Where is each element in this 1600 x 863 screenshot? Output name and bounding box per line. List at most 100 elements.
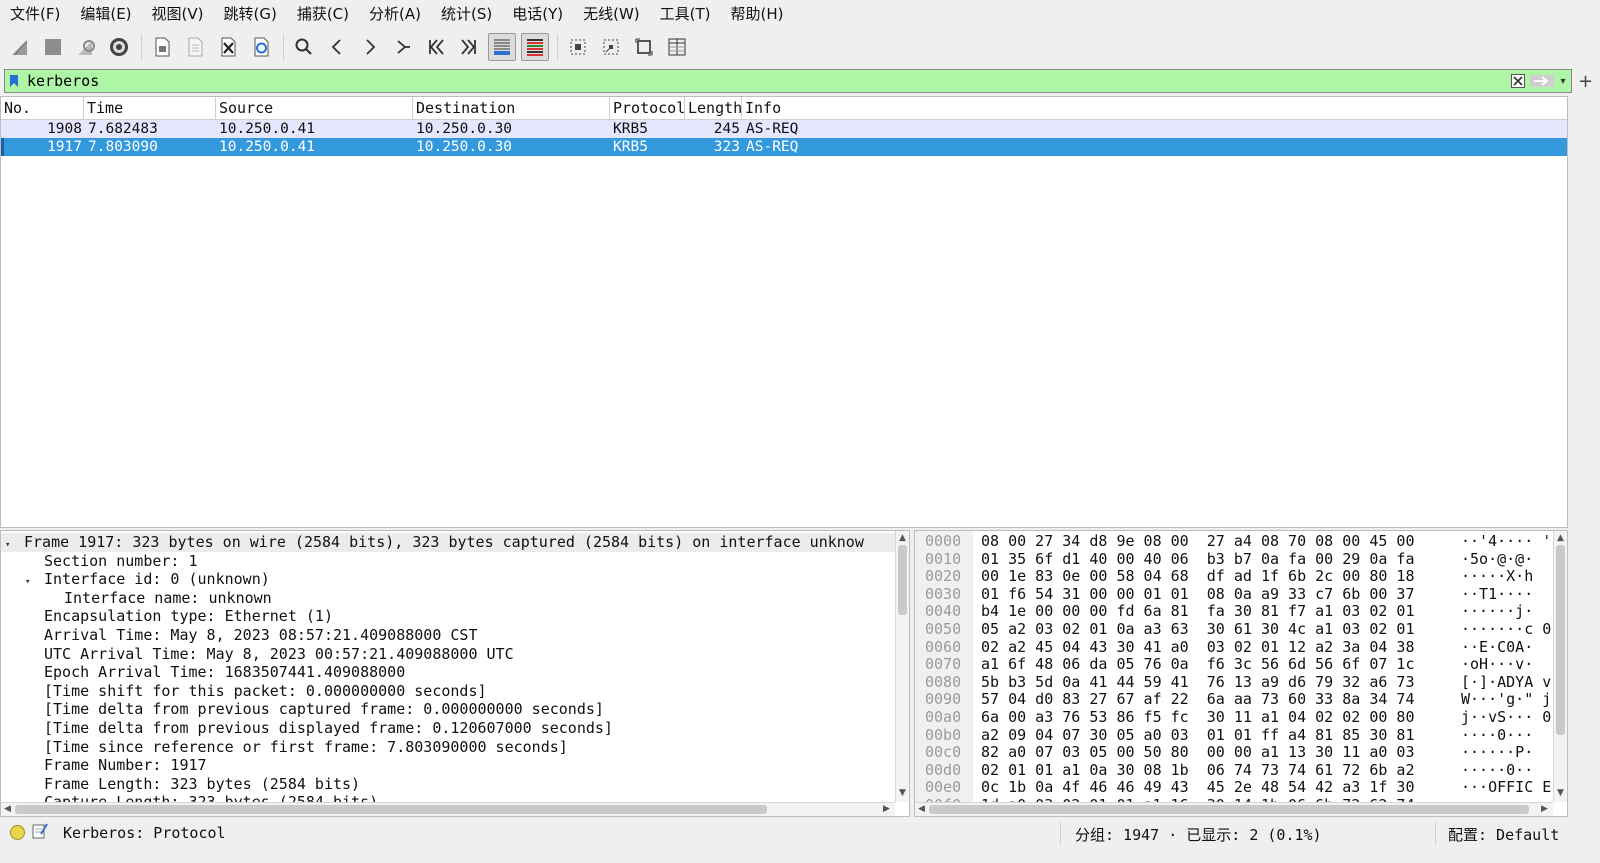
detail-text: Interface name: unknown (64, 588, 272, 607)
menu-item-8[interactable]: 无线(W) (573, 3, 650, 24)
menu-item-9[interactable]: 工具(T) (650, 3, 721, 24)
hex-row[interactable]: 0060 02 a2 45 04 43 30 41 a0 03 02 01 12 … (915, 637, 1551, 657)
colorize-icon[interactable] (521, 33, 549, 61)
hex-ascii: ··E·C0A· (1461, 637, 1534, 656)
detail-tree-item[interactable]: Frame Number: 1917 (1, 756, 207, 775)
hex-row[interactable]: 0020 00 1e 83 0e 00 58 04 68 df ad 1f 6b … (915, 568, 1551, 586)
scroll-up-icon[interactable]: ▲ (899, 533, 906, 543)
scrollbar-thumb[interactable] (929, 805, 1529, 814)
menu-item-10[interactable]: 帮助(H) (721, 3, 794, 24)
detail-tree-item[interactable]: [Time since reference or first frame: 7.… (1, 738, 568, 757)
detail-text: [Time delta from previous captured frame… (44, 700, 604, 719)
column-time[interactable]: Time (84, 97, 216, 119)
menu-item-1[interactable]: 编辑(E) (70, 3, 141, 24)
autoscroll-icon[interactable] (488, 33, 516, 61)
packet-row[interactable]: 1908 7.682483 10.250.0.41 10.250.0.30 KR… (1, 120, 1567, 138)
detail-tree-item[interactable]: Epoch Arrival Time: 1683507441.409088000 (1, 663, 405, 682)
menu-item-5[interactable]: 分析(A) (359, 3, 431, 24)
go-last-icon[interactable] (455, 33, 483, 61)
detail-tree-item[interactable]: Section number: 1 (1, 552, 198, 571)
normal-size-icon[interactable] (630, 33, 658, 61)
bytes-vertical-scrollbar[interactable]: ▲ ▼ (1553, 531, 1567, 802)
stop-capture-icon[interactable] (39, 33, 67, 61)
go-to-packet-icon[interactable] (389, 33, 417, 61)
detail-tree-item[interactable]: Frame Length: 323 bytes (2584 bits) (1, 775, 360, 794)
zoom-out-icon[interactable] (597, 33, 625, 61)
hex-row[interactable]: 0010 01 35 6f d1 40 00 40 06 b3 b7 0a fa … (915, 549, 1551, 569)
clear-filter-icon[interactable] (1509, 72, 1527, 90)
edit-comment-icon[interactable] (32, 822, 48, 844)
detail-tree-item[interactable]: Arrival Time: May 8, 2023 08:57:21.40908… (1, 626, 477, 645)
column-protocol[interactable]: Protocol (610, 97, 685, 119)
column-info[interactable]: Info (742, 97, 1568, 119)
scroll-left-icon[interactable]: ◀ (4, 804, 11, 814)
detail-tree-item[interactable]: Interface name: unknown (1, 589, 272, 608)
bytes-horizontal-scrollbar[interactable]: ◀ ▶ (915, 802, 1553, 816)
hex-row[interactable]: 00e0 0c 1b 0a 4f 46 46 49 43 45 2e 48 54 … (915, 779, 1551, 797)
restart-capture-icon[interactable] (72, 33, 100, 61)
detail-tree-item[interactable]: [Time delta from previous displayed fram… (1, 719, 613, 738)
open-file-icon[interactable] (148, 33, 176, 61)
menu-item-0[interactable]: 文件(F) (0, 3, 70, 24)
close-file-icon[interactable] (214, 33, 242, 61)
reload-file-icon[interactable] (247, 33, 275, 61)
scroll-up-icon[interactable]: ▲ (1557, 533, 1564, 543)
scroll-down-icon[interactable]: ▼ (1557, 788, 1564, 798)
shark-fin-start-icon[interactable] (6, 33, 34, 61)
expert-info-icon[interactable] (10, 825, 25, 840)
go-first-icon[interactable] (422, 33, 450, 61)
hex-ascii: ·5o·@·@· (1461, 549, 1534, 568)
detail-tree-item[interactable]: ▾ Frame 1917: 323 bytes on wire (2584 bit… (1, 533, 895, 552)
apply-filter-icon[interactable] (1529, 72, 1555, 90)
detail-tree-item[interactable]: UTC Arrival Time: May 8, 2023 00:57:21.4… (1, 645, 514, 664)
scrollbar-thumb[interactable] (1556, 545, 1565, 735)
hex-row[interactable]: 0090 57 04 d0 83 27 67 af 22 6a aa 73 60 … (915, 691, 1551, 709)
menu-item-2[interactable]: 视图(V) (142, 3, 214, 24)
details-vertical-scrollbar[interactable]: ▲ ▼ (895, 531, 909, 802)
detail-tree-item[interactable]: ▾ Interface id: 0 (unknown) (1, 570, 270, 589)
scrollbar-thumb[interactable] (898, 545, 907, 615)
hex-row[interactable]: 0070 a1 6f 48 06 da 05 76 0a f6 3c 56 6d … (915, 656, 1551, 674)
zoom-in-icon[interactable] (564, 33, 592, 61)
profile-switcher[interactable]: 配置: Default (1448, 824, 1559, 845)
scroll-left-icon[interactable]: ◀ (918, 804, 925, 814)
filter-history-dropdown-icon[interactable]: ▾ (1555, 76, 1571, 87)
detail-tree-item[interactable]: Encapsulation type: Ethernet (1) (1, 607, 333, 626)
add-filter-button-icon[interactable]: + (1578, 71, 1593, 92)
hex-row[interactable]: 00a0 6a 00 a3 76 53 86 f5 fc 30 11 a1 04 … (915, 708, 1551, 727)
find-packet-icon[interactable] (290, 33, 318, 61)
column-destination[interactable]: Destination (413, 97, 610, 119)
hex-row[interactable]: 00c0 82 a0 07 03 05 00 50 80 00 00 a1 13 … (915, 744, 1551, 762)
hex-ascii: ·oH···v· (1461, 655, 1534, 674)
packet-row-selected[interactable]: 1917 7.803090 10.250.0.41 10.250.0.30 KR… (1, 138, 1567, 156)
scroll-right-icon[interactable]: ▶ (1541, 804, 1548, 814)
detail-tree-item[interactable]: [Time shift for this packet: 0.000000000… (1, 682, 487, 701)
hex-row[interactable]: 00d0 02 01 01 a1 0a 30 08 1b 06 74 73 74 … (915, 761, 1551, 780)
go-back-icon[interactable] (323, 33, 351, 61)
hex-row[interactable]: 00b0 a2 09 04 07 30 05 a0 03 01 01 ff a4 … (915, 726, 1551, 745)
column-length[interactable]: Length (685, 97, 742, 119)
menu-item-3[interactable]: 跳转(G) (214, 3, 287, 24)
save-file-icon[interactable] (181, 33, 209, 61)
menu-item-4[interactable]: 捕获(C) (287, 3, 359, 24)
details-horizontal-scrollbar[interactable]: ◀ ▶ (1, 802, 895, 816)
go-forward-icon[interactable] (356, 33, 384, 61)
column-source[interactable]: Source (216, 97, 413, 119)
scroll-right-icon[interactable]: ▶ (883, 804, 890, 814)
scroll-down-icon[interactable]: ▼ (899, 788, 906, 798)
capture-options-icon[interactable] (105, 33, 133, 61)
menu-item-6[interactable]: 统计(S) (431, 3, 502, 24)
hex-row[interactable]: 0040 b4 1e 00 00 00 fd 6a 81 fa 30 81 f7 … (915, 603, 1551, 621)
hex-bytes: 05 a2 03 02 01 0a a3 63 30 61 30 4c a1 0… (981, 620, 1415, 638)
scrollbar-thumb[interactable] (15, 805, 767, 814)
column-no[interactable]: No. (1, 97, 84, 119)
hex-row[interactable]: 0050 05 a2 03 02 01 0a a3 63 30 61 30 4c … (915, 620, 1551, 639)
resize-columns-icon[interactable] (663, 33, 691, 61)
detail-tree-item[interactable]: [Time delta from previous captured frame… (1, 700, 604, 719)
menu-item-7[interactable]: 电话(Y) (502, 3, 573, 24)
hex-row[interactable]: 0080 5b b3 5d 0a 41 44 59 41 76 13 a9 d6 … (915, 673, 1551, 692)
bookmark-icon[interactable] (5, 70, 23, 92)
display-filter-input[interactable] (23, 71, 1509, 91)
hex-row[interactable]: 0000 08 00 27 34 d8 9e 08 00 27 a4 08 70 … (915, 532, 1551, 551)
hex-row[interactable]: 0030 01 f6 54 31 00 00 01 01 08 0a a9 33 … (915, 585, 1551, 604)
